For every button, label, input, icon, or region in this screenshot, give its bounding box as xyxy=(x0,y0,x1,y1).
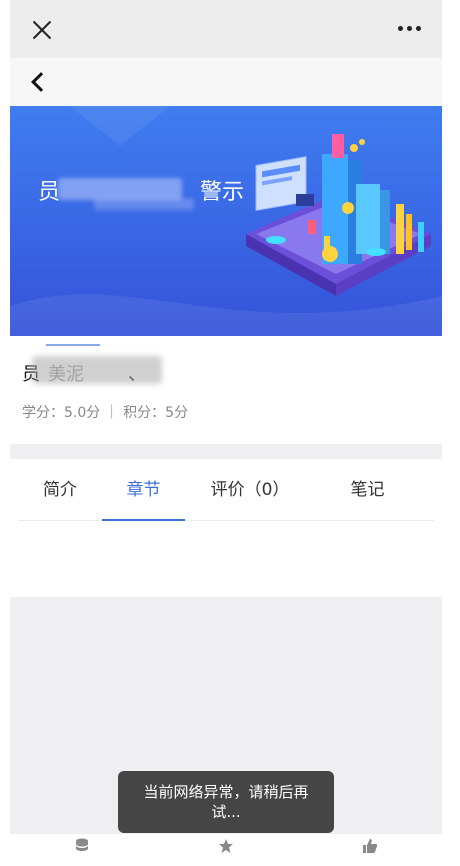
network-error-toast: 当前网络异常，请稍后再试... xyxy=(118,771,334,833)
toast-message: 当前网络异常，请稍后再试... xyxy=(143,783,309,821)
more-options-icon[interactable] xyxy=(398,26,422,32)
thumbs-up-icon[interactable] xyxy=(350,838,390,866)
redacted-underline xyxy=(46,344,100,346)
banner-title-start: 员 xyxy=(38,179,61,204)
redacted-title-blur-2 xyxy=(94,198,194,210)
course-info-card: 员美泥、 学分：5.0分 ｜ 积分：5分 xyxy=(10,336,442,444)
close-icon[interactable] xyxy=(32,20,52,40)
redacted-title-blur xyxy=(58,178,182,200)
city-illustration xyxy=(246,134,431,296)
star-icon[interactable] xyxy=(206,838,246,866)
webview-frame: 员警示 员 学分：5.0分 ｜ 积分：5分 简介 章节 评价（0） 笔记 当前网… xyxy=(10,0,442,866)
tab-intro[interactable]: 简介 xyxy=(18,459,102,519)
course-credits: 学分：5.0分 ｜ 积分：5分 xyxy=(22,405,189,421)
redacted-name-blur xyxy=(32,356,162,384)
tab-chapters[interactable]: 章节 xyxy=(102,459,185,519)
tab-reviews[interactable]: 评价（0） xyxy=(185,459,315,519)
bottom-action-bar xyxy=(10,834,442,866)
course-tabs: 简介 章节 评价（0） 笔记 xyxy=(10,459,442,597)
database-icon[interactable] xyxy=(62,838,102,866)
active-tab-indicator xyxy=(102,519,185,521)
tab-notes[interactable]: 笔记 xyxy=(315,459,420,519)
course-banner: 员警示 xyxy=(10,106,442,336)
tab-divider xyxy=(18,520,434,521)
back-icon[interactable] xyxy=(30,72,44,92)
system-title-bar xyxy=(10,0,442,58)
navigation-bar xyxy=(10,58,442,106)
